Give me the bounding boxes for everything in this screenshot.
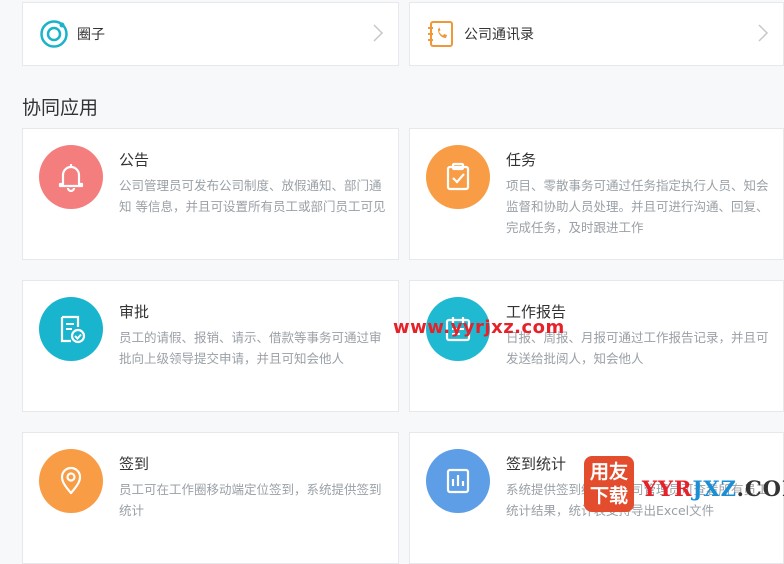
app-description: 员工的请假、报销、请示、借款等事务可通过审批向上级领导提交申请，并且可知会他人 — [119, 330, 382, 366]
app-card-checkin[interactable]: 签到 员工可在工作圈移动端定位签到，系统提供签到统计 — [22, 432, 399, 564]
bar-chart-icon — [426, 449, 490, 513]
location-pin-icon — [39, 449, 103, 513]
chevron-right-icon — [370, 23, 386, 43]
app-card-announcement[interactable]: 公告 公司管理员可发布公司制度、放假通知、部门通知 等信息，并且可设置所有员工或… — [22, 128, 399, 260]
app-title: 工作报告 — [506, 303, 567, 321]
app-title: 签到统计 — [506, 455, 567, 473]
app-card-task[interactable]: 任务 项目、零散事务可通过任务指定执行人员、知会监督和协助人员处理。并且可进行沟… — [409, 128, 784, 260]
app-card-approval[interactable]: 审批 员工的请假、报销、请示、借款等事务可通过审批向上级领导提交申请，并且可知会… — [22, 280, 399, 412]
app-description: 员工可在工作圈移动端定位签到，系统提供签到统计 — [119, 482, 382, 518]
app-description: 公司管理员可发布公司制度、放假通知、部门通知 等信息，并且可设置所有员工或部门员… — [119, 178, 386, 214]
section-title: 协同应用 — [22, 97, 99, 119]
circles-link-label: 圈子 — [77, 27, 105, 43]
app-card-checkin-stats[interactable]: 签到统计 系统提供签到统计，公司管理员可查看所有员工统计结果，统计表支持导出Ex… — [409, 432, 784, 564]
app-card-work-report[interactable]: 工作报告 日报、周报、月报可通过工作报告记录，并且可发送给批阅人，知会他人 — [409, 280, 784, 412]
app-title: 公告 — [119, 151, 150, 169]
app-title: 任务 — [506, 151, 537, 169]
calendar-report-icon — [426, 297, 490, 361]
app-description: 系统提供签到统计，公司管理员可查看所有员工统计结果，统计表支持导出Excel文件 — [506, 482, 769, 518]
phone-book-icon — [426, 19, 456, 49]
company-directory-link[interactable]: 公司通讯录 — [409, 2, 784, 66]
bell-icon — [39, 145, 103, 209]
app-title: 签到 — [119, 455, 150, 473]
app-description: 项目、零散事务可通过任务指定执行人员、知会监督和协助人员处理。并且可进行沟通、回… — [506, 178, 769, 235]
task-clipboard-icon — [426, 145, 490, 209]
app-title: 审批 — [119, 303, 150, 321]
approval-document-icon — [39, 297, 103, 361]
circles-link[interactable]: 圈子 — [22, 2, 399, 66]
chevron-right-icon — [755, 23, 771, 43]
circle-ring-icon — [39, 19, 69, 49]
app-description: 日报、周报、月报可通过工作报告记录，并且可发送给批阅人，知会他人 — [506, 330, 769, 366]
company-directory-label: 公司通讯录 — [464, 27, 534, 43]
